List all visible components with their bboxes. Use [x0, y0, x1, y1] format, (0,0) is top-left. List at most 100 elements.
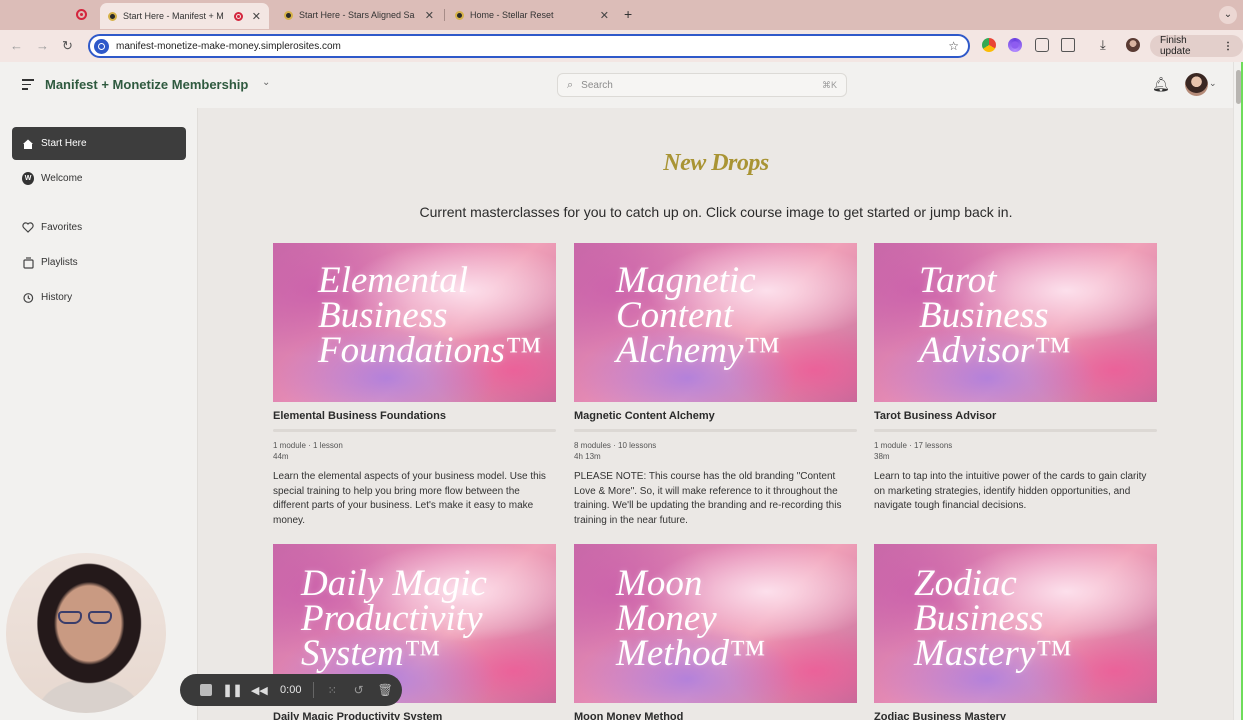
home-icon	[22, 138, 34, 150]
rewind-icon[interactable]: ◀◀	[250, 680, 270, 700]
w-badge-icon: W	[22, 172, 34, 185]
tab-search-chevron-icon[interactable]: ⌄	[1219, 6, 1237, 24]
recorder-divider	[313, 682, 315, 698]
course-counts: 1 module · 1 lesson	[273, 441, 343, 450]
search-input[interactable]: ⌕ Search ⌘K	[557, 73, 847, 97]
course-thumbnail[interactable]: Tarot Business Advisor™	[874, 243, 1157, 402]
welcome-badge: W	[22, 172, 34, 185]
close-tab-icon[interactable]: ✕	[252, 10, 261, 23]
forward-arrow-icon[interactable]: →	[36, 38, 49, 53]
thumbnail-title: Moon Money Method™	[616, 563, 766, 674]
finish-update-button[interactable]: Finish update ⋮	[1150, 35, 1243, 57]
tab-title: Start Here - Stars Aligned Sa	[299, 10, 415, 20]
address-bar[interactable]: manifest-monetize-make-money.simplerosit…	[88, 34, 970, 58]
close-tab-icon[interactable]: ✕	[425, 9, 434, 22]
course-card: Elemental Business Foundations™ Elementa…	[273, 243, 556, 528]
draw-grid-icon[interactable]: ⁙	[322, 680, 342, 700]
heart-icon	[22, 222, 34, 234]
webcam-bubble[interactable]	[6, 553, 166, 713]
sidebar-item-start-here[interactable]: Start Here	[12, 127, 186, 160]
browser-tab[interactable]: Start Here - Stars Aligned Sa ✕	[276, 4, 442, 26]
recording-controls: ❚❚ ◀◀ 0:00 ⁙ ↺ 🗑︎	[180, 674, 402, 706]
course-title[interactable]: Elemental Business Foundations	[273, 410, 556, 422]
course-duration: 44m	[273, 452, 289, 461]
course-thumbnail[interactable]: Elemental Business Foundations™	[273, 243, 556, 402]
avatar-chevron-down-icon[interactable]: ⌄	[1209, 78, 1217, 89]
course-title[interactable]: Moon Money Method	[574, 711, 857, 720]
course-thumbnail[interactable]: Moon Money Method™	[574, 544, 857, 703]
course-thumbnail[interactable]: Zodiac Business Mastery™	[874, 544, 1157, 703]
section-title: New Drops	[663, 150, 769, 176]
sidebar-item-welcome[interactable]: W Welcome	[12, 162, 186, 195]
download-icon[interactable]: ⤓	[1100, 37, 1106, 53]
sidebar-item-label: History	[41, 292, 73, 303]
back-arrow-icon[interactable]: ←	[10, 38, 23, 53]
extensions-puzzle-icon[interactable]	[1061, 38, 1075, 52]
sidebar-item-label: Start Here	[41, 138, 87, 149]
bookmark-star-icon[interactable]: ☆	[948, 39, 959, 53]
site-header: Manifest + Monetize Membership ⌄ ⌕ Searc…	[0, 62, 1233, 108]
course-duration: 38m	[874, 452, 890, 461]
course-meta: 8 modules · 10 lessons 4h 13m	[574, 440, 857, 462]
menu-toggle-icon[interactable]	[22, 79, 34, 93]
profile-avatar-icon[interactable]	[1126, 38, 1140, 52]
close-tab-icon[interactable]: ✕	[600, 9, 609, 22]
course-duration: 4h 13m	[574, 452, 601, 461]
sidebar-item-label: Favorites	[41, 222, 83, 233]
course-title[interactable]: Tarot Business Advisor	[874, 410, 1157, 422]
site-title[interactable]: Manifest + Monetize Membership	[45, 77, 248, 92]
sidebar-item-history[interactable]: History	[12, 281, 186, 314]
course-card: Tarot Business Advisor™ Tarot Business A…	[874, 243, 1157, 514]
browser-tab-active[interactable]: Start Here - Manifest + M ✕	[100, 3, 269, 29]
reload-icon[interactable]: ↻	[62, 38, 73, 54]
playlist-icon	[22, 256, 34, 269]
course-title[interactable]: Magnetic Content Alchemy	[574, 410, 857, 422]
restart-icon[interactable]: ↺	[349, 680, 369, 700]
tab-divider	[444, 9, 445, 21]
chevron-down-icon[interactable]: ⌄	[262, 77, 270, 88]
section-subtitle: Current masterclasses for you to catch u…	[419, 204, 1013, 220]
new-tab-icon[interactable]: +	[624, 6, 632, 22]
recording-timer: 0:00	[280, 684, 302, 696]
course-description: Learn the elemental aspects of your busi…	[273, 471, 546, 526]
page-viewport: Manifest + Monetize Membership ⌄ ⌕ Searc…	[0, 62, 1243, 720]
sidebar-item-favorites[interactable]: Favorites	[12, 211, 186, 244]
notification-bell-icon[interactable]: 🔔︎	[1152, 76, 1170, 93]
course-progress-bar	[273, 429, 556, 432]
browser-tab-strip: Start Here - Manifest + M ✕ Start Here -…	[0, 0, 1243, 30]
stop-recording-icon[interactable]	[196, 680, 216, 700]
extension-camera-icon[interactable]	[1035, 38, 1049, 52]
course-title[interactable]: Zodiac Business Mastery	[874, 711, 1157, 720]
webcam-glasses-shape	[58, 611, 114, 625]
history-icon	[22, 292, 34, 304]
site-info-icon[interactable]	[94, 38, 109, 54]
sidebar-item-label: Welcome	[41, 173, 83, 184]
course-counts: 8 modules · 10 lessons	[574, 441, 657, 450]
course-progress-bar	[874, 429, 1157, 432]
extension-sparkle-icon[interactable]	[1008, 38, 1022, 52]
course-title[interactable]: Daily Magic Productivity System	[273, 711, 556, 720]
extension-chrome-icon[interactable]	[982, 38, 996, 52]
thumbnail-title: Zodiac Business Mastery™	[914, 563, 1072, 674]
tab-favicon-icon	[108, 11, 117, 21]
finish-update-label: Finish update	[1160, 35, 1191, 57]
thumbnail-title: Elemental Business Foundations™	[318, 260, 542, 371]
recording-indicator-icon	[76, 9, 87, 20]
course-thumbnail[interactable]: Magnetic Content Alchemy™	[574, 243, 857, 402]
url-text: manifest-monetize-make-money.simplerosit…	[116, 40, 341, 52]
pause-icon[interactable]: ❚❚	[222, 680, 242, 700]
browser-tab[interactable]: Home - Stellar Reset ✕	[447, 4, 617, 26]
sidebar-item-playlists[interactable]: Playlists	[12, 246, 186, 279]
delete-trash-icon[interactable]: 🗑︎	[375, 680, 395, 700]
thumbnail-title: Tarot Business Advisor™	[919, 260, 1071, 371]
tab-favicon-icon	[455, 10, 464, 20]
search-shortcut: ⌘K	[821, 79, 837, 90]
search-icon: ⌕	[567, 78, 574, 91]
search-placeholder: Search	[581, 79, 613, 91]
browser-toolbar: ← → ↻ manifest-monetize-make-money.simpl…	[0, 30, 1243, 62]
course-description: Learn to tap into the intuitive power of…	[874, 471, 1147, 511]
course-card: Zodiac Business Mastery™ Zodiac Business…	[874, 544, 1157, 720]
course-card: Magnetic Content Alchemy™ Magnetic Conte…	[574, 243, 857, 528]
user-avatar[interactable]	[1185, 73, 1208, 96]
course-meta: 1 module · 17 lessons 38m	[874, 440, 1157, 462]
